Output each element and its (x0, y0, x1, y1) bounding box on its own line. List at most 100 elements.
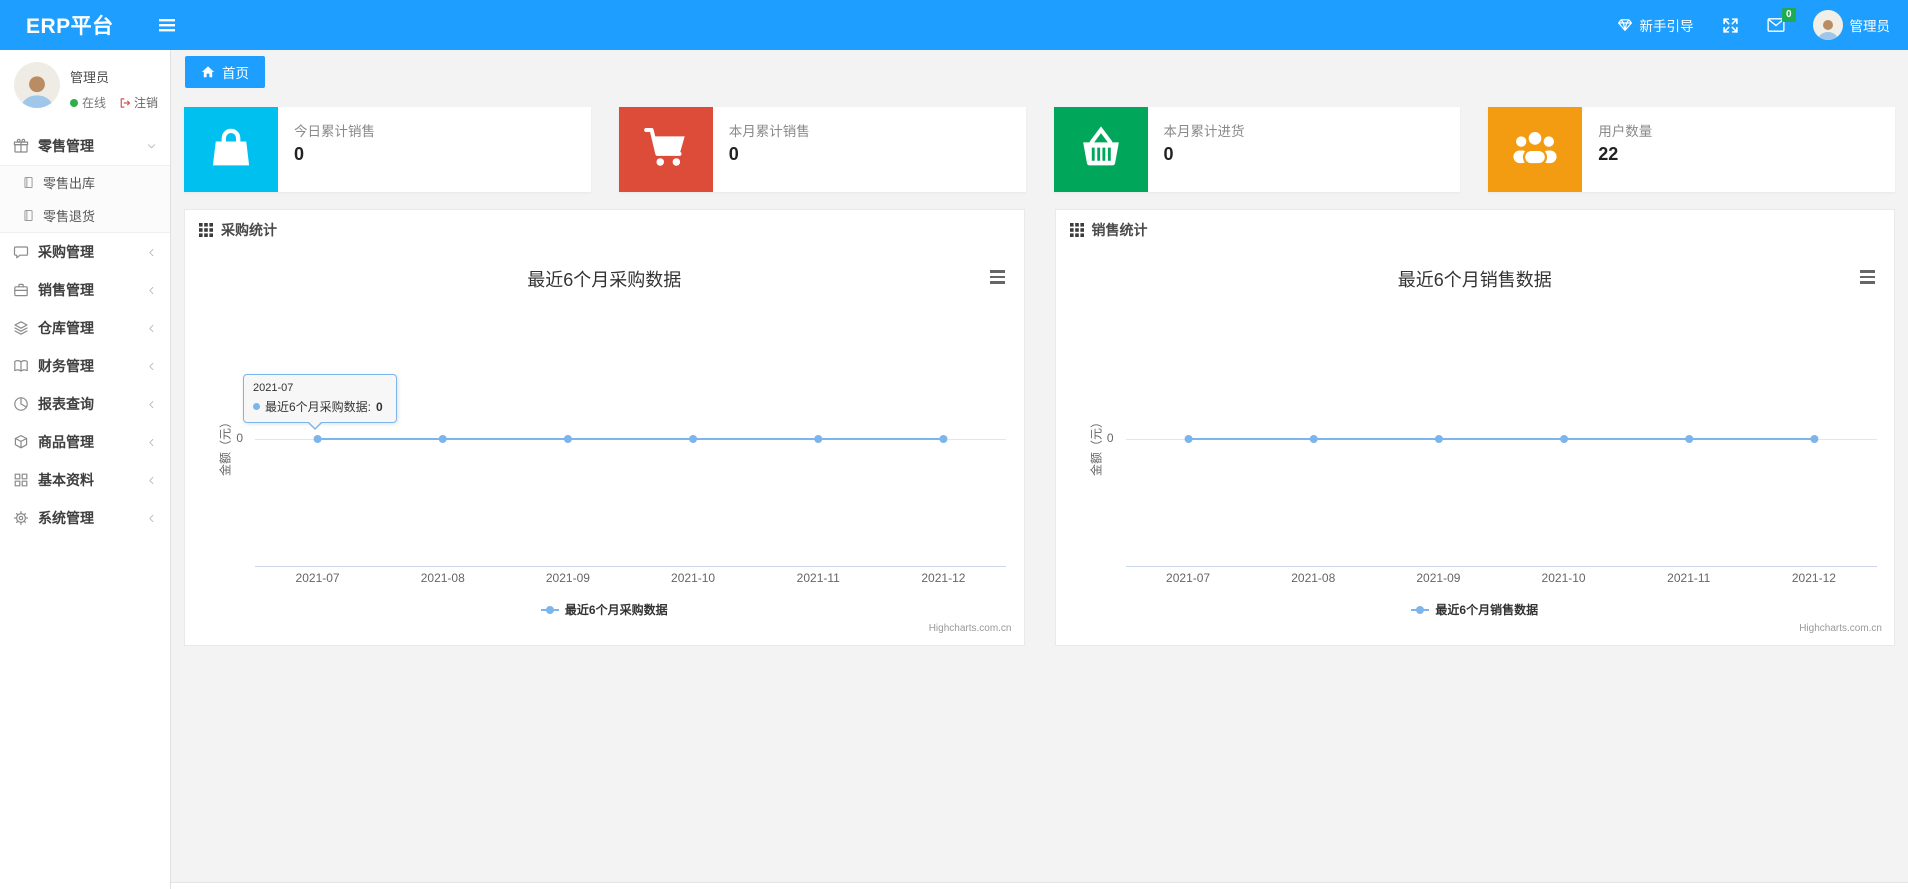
book-icon (13, 358, 29, 374)
series-marker-dot (253, 403, 260, 410)
stat-cards-row: 今日累计销售 0 本月累计销售 0 本月累计进货 0 用户数量 22 (184, 107, 1895, 192)
fullscreen-button[interactable] (1722, 17, 1739, 34)
stat-card-title: 本月累计销售 (728, 124, 810, 139)
data-point-marker[interactable] (1684, 435, 1693, 443)
stat-card-month-purchase: 本月累计进货 0 (1053, 107, 1461, 192)
th-grid-icon (1069, 223, 1084, 237)
shopping-bag-icon (208, 124, 254, 175)
data-point-marker[interactable] (1184, 435, 1193, 443)
navbar-right: 新手引导 0 管理员 (1617, 8, 1890, 40)
messages-button[interactable]: 0 (1766, 8, 1796, 33)
guide-link[interactable]: 新手引导 (1617, 15, 1694, 35)
logout-link[interactable]: 注销 (119, 94, 158, 111)
online-status-label: 在线 (82, 96, 107, 110)
stat-card-value: 0 (294, 144, 305, 164)
sidebar-item-retail[interactable]: 零售管理 (0, 127, 170, 165)
legend-item[interactable]: 最近6个月采购数据 (540, 601, 668, 618)
chart-tooltip: 2021-07 最近6个月采购数据: 0 (243, 374, 397, 430)
chevron-left-icon (146, 247, 157, 258)
legend-label: 最近6个月销售数据 (1435, 603, 1539, 617)
stat-card-today-sales: 今日累计销售 0 (184, 107, 591, 192)
tooltip-label: 最近6个月采购数据: (265, 400, 372, 414)
th-grid-icon (199, 223, 213, 237)
top-navbar: ERP平台 新手引导 0 管理员 (0, 0, 1908, 50)
sales-chart: 最近6个月销售数据 金额（元） 0 2021-07 2021-08 2021-09 2021… (1056, 250, 1895, 645)
sidebar-item-basic-data[interactable]: 基本资料 (0, 461, 170, 499)
shopping-basket-icon (1078, 124, 1124, 175)
user-menu[interactable]: 管理员 (1812, 10, 1890, 40)
data-point-marker[interactable] (313, 435, 322, 443)
panel-title: 采购统计 (221, 222, 277, 238)
stat-card-value: 0 (1163, 144, 1174, 164)
data-point-marker[interactable] (814, 435, 823, 443)
stat-card-body: 本月累计销售 0 (713, 107, 826, 192)
sidebar-item-retail-outbound[interactable]: 零售出库 (0, 166, 170, 199)
sidebar-item-label: 零售出库 (43, 176, 96, 191)
online-status-dot (70, 98, 78, 107)
sidebar-item-label: 商品管理 (38, 434, 94, 450)
profile-name: 管理员 (70, 70, 110, 85)
sidebar-item-warehouse[interactable]: 仓库管理 (0, 309, 170, 347)
chart-credits[interactable]: Highcharts.com.cn (1799, 623, 1882, 634)
sidebar-item-purchase[interactable]: 采购管理 (0, 233, 170, 271)
sidebar-item-reports[interactable]: 报表查询 (0, 385, 170, 423)
grid-icon (13, 472, 29, 488)
x-axis-tick-label: 2021-09 (545, 571, 590, 585)
users-icon (1512, 124, 1558, 175)
sidebar-menu: 零售管理零售出库零售退货 采购管理 销售管理仓库管理财务管理 报表查询商品管理基本资料… (0, 127, 170, 537)
stat-card-icon-block (184, 107, 278, 192)
chart-context-menu-button[interactable] (989, 270, 1010, 287)
data-point-marker[interactable] (1559, 435, 1568, 443)
sidebar: 管理员 在线 注销 零售管理零售出库零售退货 采购管理 销售管理仓库管理财务管理 报表… (0, 50, 171, 889)
stat-card-icon-block (618, 107, 713, 192)
sidebar-toggle-button[interactable] (154, 13, 180, 37)
panel-title: 销售统计 (1091, 222, 1148, 238)
chevron-left-icon (146, 513, 157, 524)
file-icon (22, 209, 35, 222)
sidebar-item-retail-return[interactable]: 零售退货 (0, 199, 170, 232)
data-point-marker[interactable] (689, 435, 698, 443)
sidebar-item-system[interactable]: 系统管理 (0, 499, 170, 537)
chevron-left-icon (146, 437, 157, 448)
stat-card-user-count: 用户数量 22 (1488, 107, 1895, 192)
legend-symbol (1411, 605, 1430, 615)
submenu-retail: 零售出库零售退货 (0, 165, 170, 233)
chart-credits[interactable]: Highcharts.com.cn (929, 623, 1012, 634)
stat-card-value: 0 (728, 144, 739, 164)
chevron-left-icon (146, 323, 157, 334)
data-point-marker[interactable] (939, 435, 948, 443)
sidebar-item-label: 仓库管理 (38, 320, 94, 336)
chevron-left-icon (146, 475, 157, 486)
panel-sales-stats: 销售统计 最近6个月销售数据 金额（元） 0 2021-07 2021-08 2021-0… (1054, 209, 1895, 646)
footer-bar (171, 882, 1908, 889)
data-point-marker[interactable] (1309, 435, 1318, 443)
data-point-marker[interactable] (563, 435, 572, 443)
main-content: 首页 今日累计销售 0 本月累计销售 0 本月累计进货 0 用户数量 22 采购统计 最近6个… (171, 50, 1908, 889)
data-point-marker[interactable] (1434, 435, 1443, 443)
purchase-chart: 最近6个月采购数据 金额（元） 0 2021-07 2021-08 2021-09 2021… (185, 250, 1024, 645)
sidebar-item-finance[interactable]: 财务管理 (0, 347, 170, 385)
sign-out-icon (119, 97, 131, 109)
stat-card-value: 22 (1598, 144, 1619, 164)
sidebar-item-goods[interactable]: 商品管理 (0, 423, 170, 461)
x-axis-tick-label: 2021-10 (1541, 571, 1586, 585)
pie-chart-icon (13, 396, 29, 412)
menu-icon (158, 17, 176, 33)
stat-card-body: 用户数量 22 (1582, 107, 1668, 192)
chart-plot-area (255, 435, 1006, 567)
x-axis-tick-label: 2021-07 (1166, 571, 1211, 585)
data-point-marker[interactable] (438, 435, 447, 443)
sidebar-item-sales[interactable]: 销售管理 (0, 271, 170, 309)
chevron-down-icon (146, 141, 157, 152)
x-axis-tick-label: 2021-08 (420, 571, 465, 585)
data-point-marker[interactable] (1809, 435, 1818, 443)
legend-symbol (540, 605, 559, 615)
breadcrumb-tab-home[interactable]: 首页 (185, 56, 265, 88)
chart-legend: 最近6个月销售数据 (1056, 601, 1895, 618)
panel-header: 销售统计 (1056, 210, 1895, 250)
chevron-left-icon (146, 399, 157, 410)
gift-icon (13, 138, 29, 154)
legend-item[interactable]: 最近6个月销售数据 (1411, 601, 1538, 618)
tooltip-row: 最近6个月采购数据: 0 (253, 398, 387, 415)
chart-context-menu-button[interactable] (1860, 270, 1880, 287)
